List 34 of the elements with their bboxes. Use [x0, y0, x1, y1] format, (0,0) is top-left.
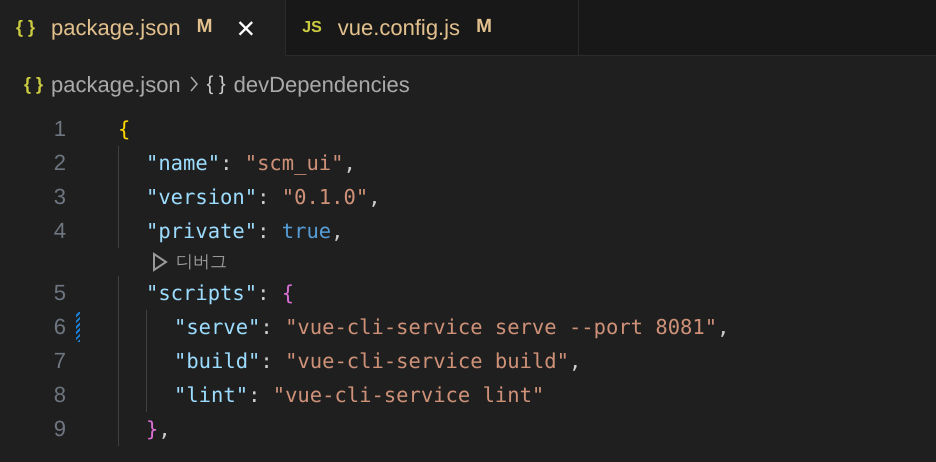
line-number: 6 — [52, 313, 66, 341]
line-number: 2 — [52, 149, 66, 177]
code-line: { — [118, 116, 130, 143]
code-line: }, — [146, 416, 171, 443]
line-number: 8 — [52, 381, 66, 409]
line-number: 3 — [52, 183, 66, 211]
code-line: "version": "0.1.0", — [146, 184, 381, 211]
file-type-icon: JS — [302, 16, 322, 40]
code-line: "build": "vue-cli-service build", — [174, 348, 582, 375]
tab-label: package.json — [51, 14, 181, 42]
editor-tab[interactable]: { } package.json M × — [0, 0, 286, 56]
file-type-icon: { } — [24, 70, 44, 98]
breadcrumb-item[interactable]: devDependencies — [234, 68, 410, 100]
code-line: "lint": "vue-cli-service lint" — [174, 382, 544, 409]
code-line: "scripts": { — [146, 280, 294, 307]
line-number: 4 — [52, 217, 66, 245]
line-number: 1 — [52, 115, 66, 143]
file-type-icon: { } — [16, 14, 36, 41]
play-icon — [152, 252, 168, 272]
tab-label: vue.config.js — [338, 14, 460, 42]
chevron-icon — [188, 75, 199, 93]
git-status-label: M — [196, 15, 212, 40]
line-number: 9 — [52, 415, 66, 443]
close-button[interactable]: × — [236, 12, 256, 44]
breadcrumb-item[interactable]: package.json — [51, 68, 181, 100]
object-icon: { } — [206, 69, 226, 99]
debug-codelens[interactable]: 디버그 — [152, 249, 227, 275]
editor-tab[interactable]: JS vue.config.js M — [286, 0, 579, 56]
code-line: "private": true, — [146, 218, 344, 245]
code-line: "name": "scm_ui", — [146, 150, 356, 177]
code-line: "serve": "vue-cli-service serve --port 8081", — [174, 314, 730, 341]
line-number: 7 — [52, 347, 66, 375]
line-number: 5 — [52, 279, 66, 307]
git-status-label: M — [476, 15, 492, 40]
